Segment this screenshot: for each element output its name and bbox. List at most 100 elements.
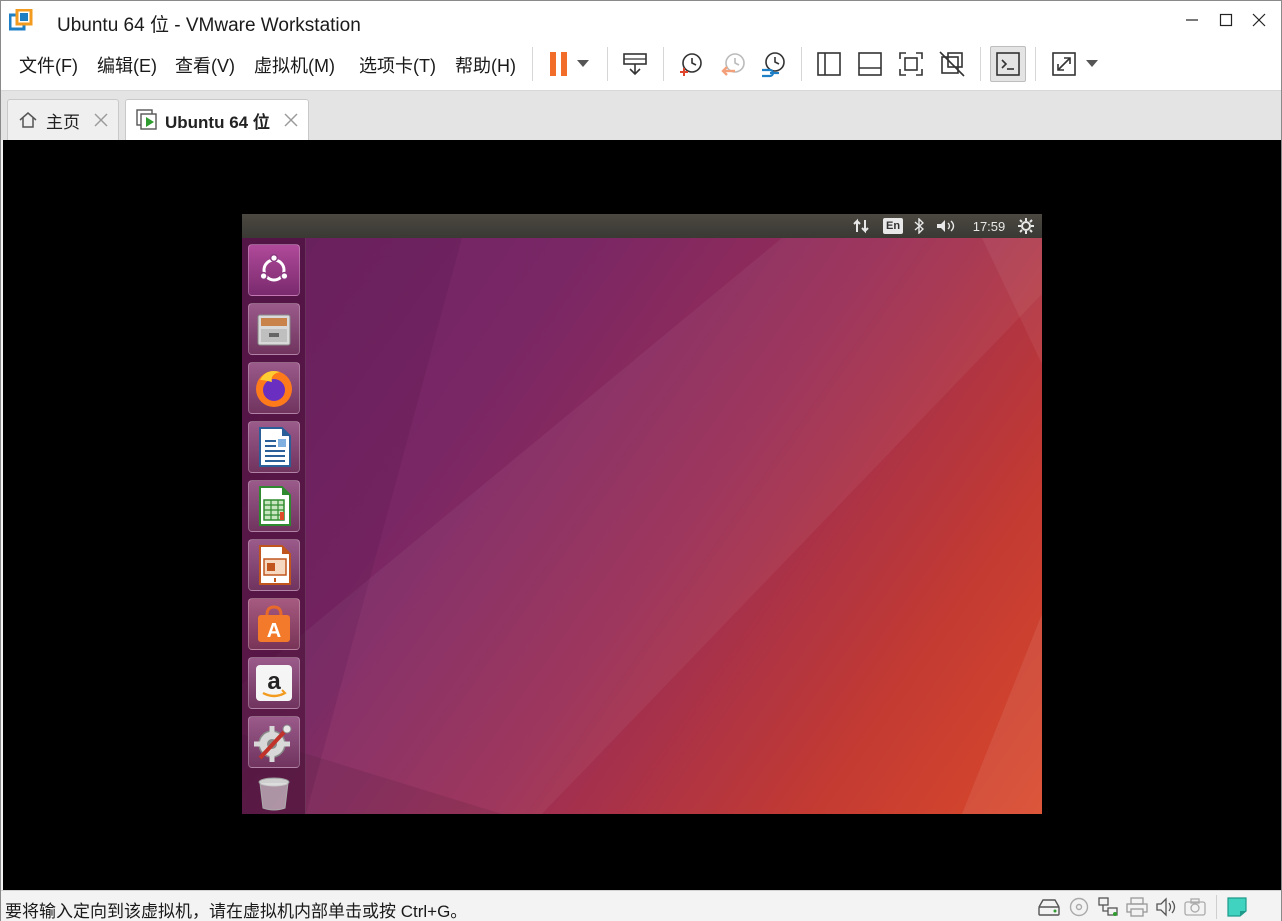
home-icon [19,112,37,128]
launcher-calc[interactable] [248,480,300,532]
network-indicator[interactable] [852,218,870,234]
vmware-app-icon [9,9,33,31]
menu-view[interactable]: 查看(V) [175,52,235,78]
toolbar-separator [532,47,533,81]
cd-dvd-status[interactable] [1068,896,1090,918]
menu-vm[interactable]: 虚拟机(M) [254,52,335,78]
launcher-firefox[interactable] [248,362,300,414]
tab-close-icon[interactable] [284,113,298,127]
gear-icon [1018,218,1034,234]
unity-mode-button[interactable] [934,46,970,82]
launcher-software[interactable]: A [248,598,300,650]
show-library-button[interactable] [811,46,847,82]
tab-close-icon[interactable] [94,113,108,127]
libreoffice-writer-icon [259,427,291,467]
launcher-settings[interactable] [248,716,300,768]
bluetooth-indicator[interactable] [912,218,926,234]
minimize-icon [1186,19,1198,21]
snapshot-take-icon [680,53,702,76]
toolbar-separator [980,47,981,81]
menu-edit[interactable]: 编辑(E) [97,52,157,78]
svg-text:A: A [267,620,281,642]
full-screen-button[interactable] [893,46,929,82]
unity-top-panel: En 17:59 [242,214,1042,238]
tab-home[interactable]: 主页 [7,99,119,140]
title-bar: Ubuntu 64 位 - VMware Workstation [1,1,1281,39]
wallpaper-shapes [242,238,1042,814]
launcher-writer[interactable] [248,421,300,473]
stretch-dropdown-button[interactable] [1080,46,1104,82]
note-icon [1227,897,1247,917]
tab-bar: 主页 Ubuntu 64 位 [1,91,1281,140]
fullscreen-icon [899,52,923,76]
launcher-amazon[interactable]: a [248,657,300,709]
tab-ubuntu-vm[interactable]: Ubuntu 64 位 [125,99,309,140]
launcher-impress[interactable] [248,539,300,591]
keyboard-send-icon [623,53,647,76]
vm-console[interactable]: En 17:59 A a [3,140,1281,890]
thumbnail-bar-icon [858,52,882,76]
clock-indicator[interactable]: 17:59 [969,218,1009,234]
cd-icon [1069,897,1089,917]
volume-icon [937,220,955,232]
library-panel-icon [817,52,841,76]
close-button[interactable] [1244,5,1274,35]
system-settings-icon [254,724,292,762]
toolbar-separator [801,47,802,81]
status-separator [1216,895,1217,919]
chevron-down-icon [1086,60,1098,67]
launcher-trash[interactable] [248,775,300,813]
toolbar-separator [663,47,664,81]
files-icon [257,314,291,346]
sound-indicator[interactable] [936,218,958,234]
menu-toolbar: 文件(F) 编辑(E) 查看(V) 虚拟机(M) 选项卡(T) 帮助(H) [1,39,1281,91]
menu-help[interactable]: 帮助(H) [455,52,516,78]
bluetooth-icon [914,218,924,234]
sound-card-status[interactable] [1155,896,1177,918]
stretch-icon [1052,52,1076,76]
stretch-guest-button[interactable] [1046,46,1082,82]
network-adapter-status[interactable] [1097,896,1119,918]
libreoffice-calc-icon [259,486,291,526]
revert-snapshot-button[interactable] [715,46,751,82]
terminal-icon [996,52,1020,76]
tab-ubuntu-label: Ubuntu 64 位 [165,112,270,132]
printer-status[interactable] [1126,896,1148,918]
launcher-files[interactable] [248,303,300,355]
session-indicator[interactable] [1017,218,1035,234]
send-ctrl-alt-del-button[interactable] [617,46,653,82]
maximize-button[interactable] [1211,5,1241,35]
launcher-dash[interactable] [248,244,300,296]
camera-icon [1184,898,1206,916]
network-adapter-icon [1098,897,1118,916]
take-snapshot-button[interactable] [673,46,709,82]
keyboard-layout-label: En [883,218,904,234]
svg-text:a: a [267,668,281,695]
chevron-down-icon [577,60,589,67]
message-log-button[interactable] [1226,896,1248,918]
hard-disk-icon [1038,899,1060,916]
snapshot-manager-button[interactable] [755,46,791,82]
snapshot-revert-icon [721,53,745,76]
status-bar: 要将输入定向到该虚拟机，请在虚拟机内部单击或按 Ctrl+G。 [1,890,1281,921]
console-view-button[interactable] [990,46,1026,82]
amazon-icon: a [256,665,292,701]
show-thumbnail-bar-button[interactable] [852,46,888,82]
power-dropdown-button[interactable] [571,46,595,82]
toolbar-separator [1035,47,1036,81]
minimize-button[interactable] [1177,5,1207,35]
pause-icon [550,52,567,76]
ubuntu-desktop[interactable]: En 17:59 A a [242,214,1042,814]
network-updown-icon [853,218,869,234]
vmware-window: Ubuntu 64 位 - VMware Workstation 文件(F) 编… [0,0,1282,921]
menu-tabs[interactable]: 选项卡(T) [359,52,436,78]
hard-disk-status[interactable] [1038,896,1060,918]
keyboard-layout-indicator[interactable]: En [883,218,904,234]
vm-running-icon [136,109,157,130]
snapshot-manager-icon [762,52,785,78]
maximize-icon [1219,13,1233,27]
speaker-icon [1156,897,1176,917]
close-icon [1252,13,1266,27]
menu-file[interactable]: 文件(F) [19,52,78,78]
camera-status[interactable] [1184,896,1206,918]
